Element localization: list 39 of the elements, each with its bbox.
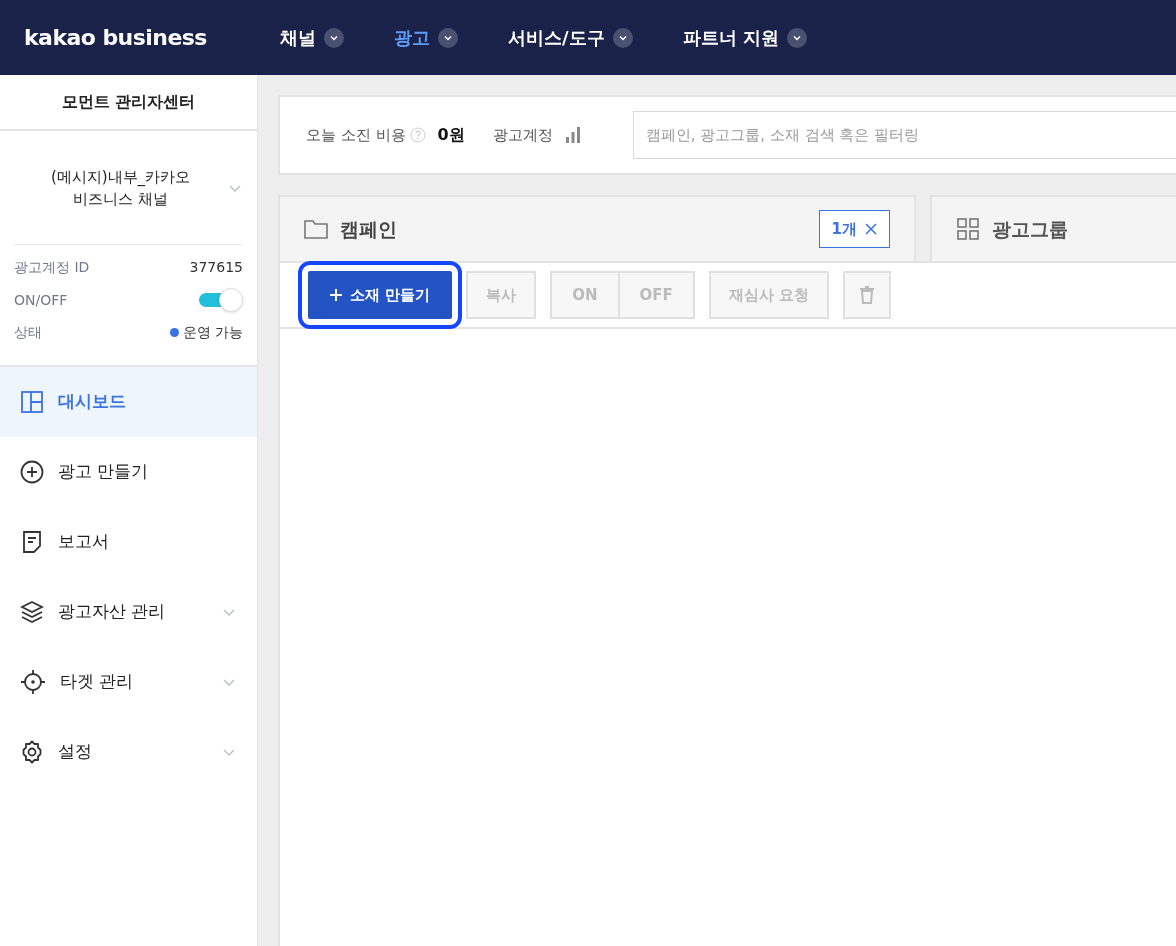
search-field[interactable]: 캠페인, 광고그룹, 소재 검색 혹은 필터링 xyxy=(632,111,1176,159)
plus-circle-icon xyxy=(20,460,44,484)
help-icon[interactable] xyxy=(409,127,426,143)
field-label: 광고계정 ID xyxy=(14,258,90,277)
close-icon[interactable] xyxy=(865,223,877,235)
bar-chart-icon[interactable] xyxy=(564,127,581,143)
sidebar-item[interactable]: 대시보드 xyxy=(0,367,257,437)
toggle-switch[interactable] xyxy=(199,288,243,312)
crosshair-icon xyxy=(20,669,46,695)
field-label: 상태 xyxy=(14,323,42,342)
sidebar-item[interactable]: 광고 만들기 xyxy=(0,437,257,507)
status-value: 운영 가능 xyxy=(182,323,243,342)
sidebar-item[interactable]: 보고서 xyxy=(0,507,257,577)
spend-value: 0원 xyxy=(437,124,465,146)
nav-menu[interactable]: 파트너 지원 xyxy=(682,24,807,51)
sidebar-item[interactable]: 광고자산 관리 xyxy=(0,577,257,647)
plus-icon xyxy=(330,289,342,301)
nav-menu[interactable]: 채널 xyxy=(280,24,344,51)
layout-icon xyxy=(20,390,44,414)
logo[interactable]: kakao business xyxy=(24,21,280,54)
channel-name[interactable]: (메시지)내부_카카오비즈니스 채널 xyxy=(14,165,227,210)
folder-icon xyxy=(304,219,328,239)
layers-icon xyxy=(20,600,44,624)
grid-icon xyxy=(956,217,980,241)
panel-tab[interactable]: 캠페인 1개 xyxy=(278,195,916,261)
trash-icon xyxy=(859,286,876,304)
nav-menu[interactable]: 광고 xyxy=(394,24,458,51)
account-label: 광고계정 xyxy=(492,124,553,146)
filter-chip[interactable]: 1개 xyxy=(818,210,890,248)
gear-icon xyxy=(20,740,44,764)
spend-label: 오늘 소진 비용 xyxy=(306,124,406,146)
sidebar-title: 모먼트 관리자센터 xyxy=(0,75,257,131)
panel-tab[interactable]: 광고그룹 xyxy=(930,195,1176,261)
sidebar-item[interactable]: 타겟 관리 xyxy=(0,647,257,717)
field-value: 377615 xyxy=(189,258,243,277)
document-icon xyxy=(20,530,44,554)
nav-menu[interactable]: 서비스/도구 xyxy=(508,24,633,51)
sidebar-item[interactable]: 설정 xyxy=(0,717,257,787)
field-label: ON/OFF xyxy=(14,290,68,310)
